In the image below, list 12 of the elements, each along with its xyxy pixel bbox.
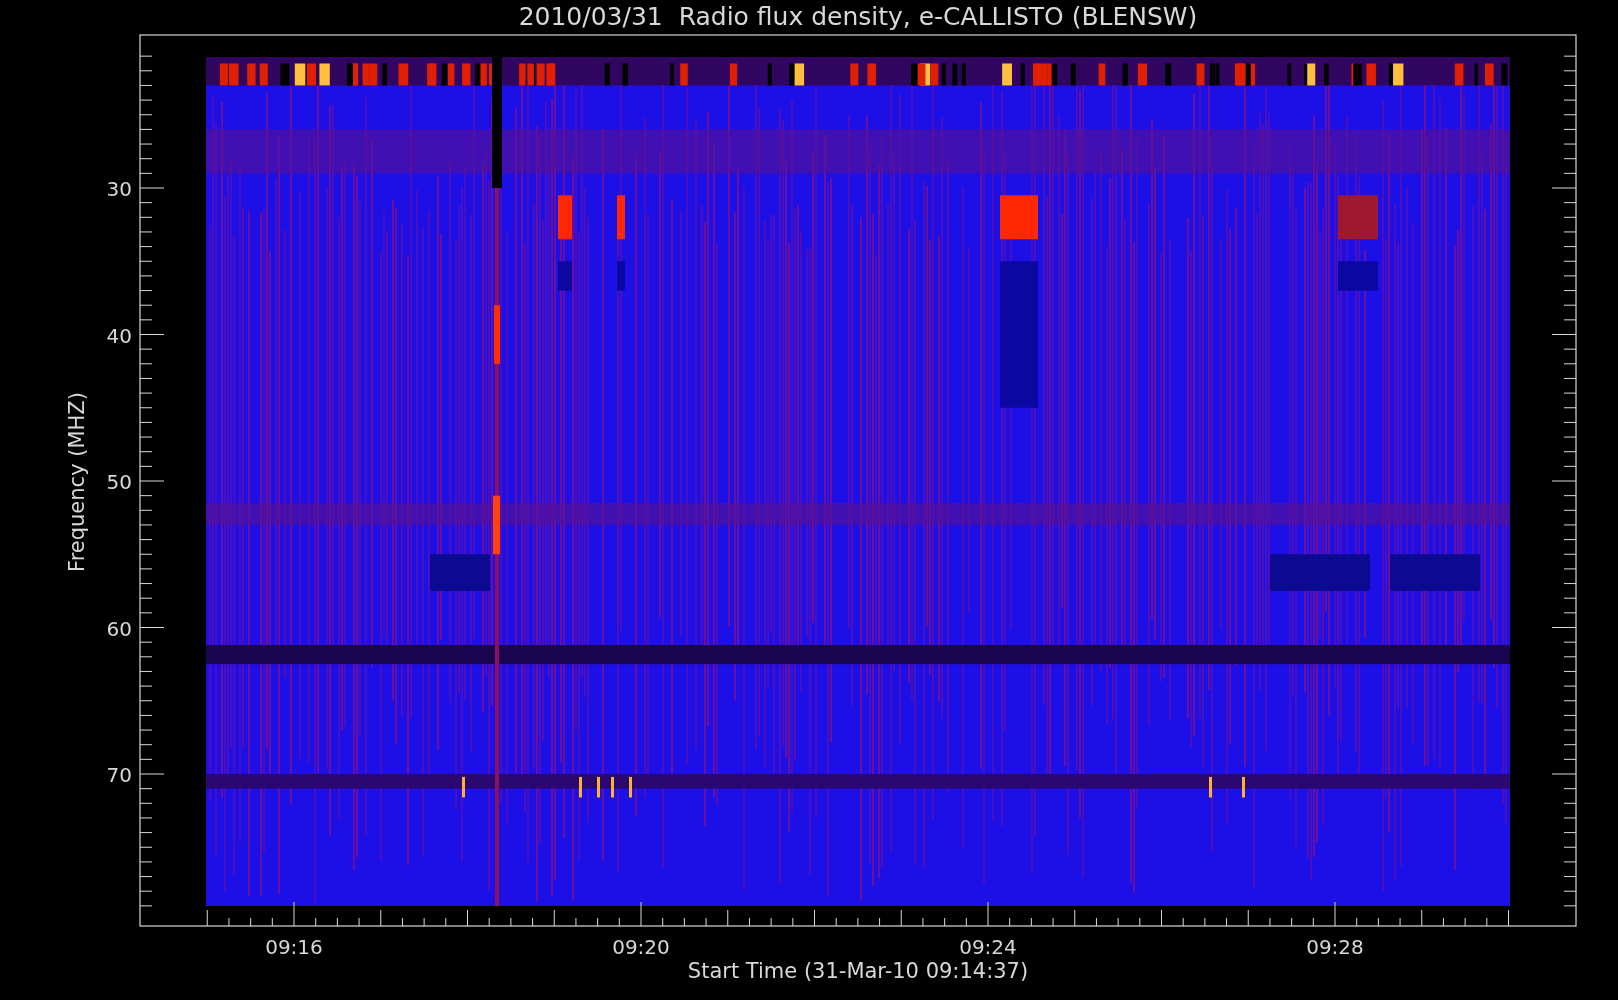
y-tick-label: 40 <box>106 323 132 348</box>
y-tick-label: 70 <box>106 763 132 787</box>
x-tick-label: 09:16 <box>265 935 323 959</box>
x-tick-label: 09:28 <box>1306 935 1364 959</box>
y-tick-label: 30 <box>106 177 132 201</box>
x-tick-label: 09:24 <box>959 935 1017 959</box>
plot-title: 2010/03/31 Radio flux density, e-CALLISTO (BLENSW) <box>518 2 1198 31</box>
y-tick-label: 60 <box>106 616 132 641</box>
x-axis-label: Start Time (31-Mar-10 09:14:37) <box>687 959 1029 983</box>
y-tick-label: 50 <box>106 470 132 494</box>
y-axis-label: Frequency (MHZ) <box>65 392 89 572</box>
x-tick-label: 09:20 <box>612 935 670 959</box>
